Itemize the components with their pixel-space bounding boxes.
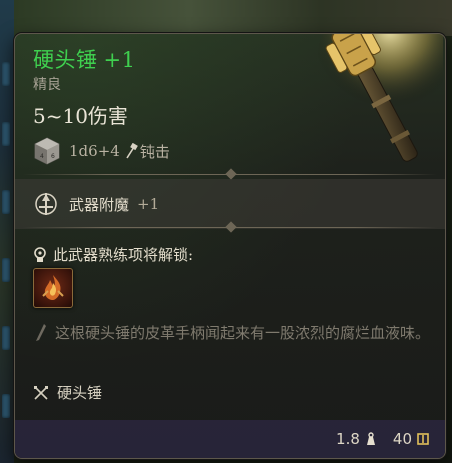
hotbar-slot — [2, 258, 10, 282]
bludgeoning-icon — [126, 143, 138, 159]
mastery-title: 此武器熟练项将解锁: — [53, 246, 194, 264]
game-scene: 硬头锤 +1 精良 5~10伤害 4 6 1d6+4 钝击 武器附魔 +1 此武… — [0, 0, 452, 463]
gold-coin-icon — [417, 433, 429, 445]
mace-icon — [318, 34, 443, 162]
weight-icon — [366, 432, 375, 445]
skill-art — [42, 275, 64, 300]
svg-text:4: 4 — [40, 153, 44, 160]
dice-formula: 1d6+4 — [69, 142, 120, 160]
divider-diamond — [225, 168, 237, 180]
background-left-edge — [0, 0, 14, 463]
enchantment-label: 武器附魔 — [69, 195, 130, 214]
weapon-mastery-header: 此武器熟练项将解锁: — [33, 244, 193, 265]
tooltip-footer: 1.8 40 — [15, 420, 445, 458]
item-enchant-suffix: +1 — [103, 48, 136, 72]
hotbar-slot — [2, 62, 10, 86]
item-tooltip: 硬头锤 +1 精良 5~10伤害 4 6 1d6+4 钝击 武器附魔 +1 此武… — [14, 33, 446, 459]
item-weight: 1.8 — [336, 430, 360, 448]
svg-text:6: 6 — [51, 153, 55, 160]
tooltip-header: 硬头锤 +1 精良 5~10伤害 4 6 1d6+4 钝击 — [15, 34, 445, 176]
item-rarity: 精良 — [33, 77, 61, 93]
enchantment-icon — [35, 193, 57, 215]
damage-dice-row: 4 6 1d6+4 钝击 — [33, 136, 170, 166]
hotbar-slot — [2, 394, 10, 418]
flavor-text-row: 这根硬头锤的皮革手柄闻起来有一股浓烈的腐烂血液味。 — [33, 320, 433, 346]
mastery-icon — [34, 246, 46, 262]
damage-type: 钝击 — [139, 142, 170, 161]
item-damage: 5~10伤害 — [33, 104, 128, 128]
divider-diamond — [225, 221, 237, 233]
quill-icon — [36, 324, 46, 341]
hotbar-slot — [2, 326, 10, 350]
item-price: 40 — [392, 430, 412, 448]
fire-skill-icon[interactable] — [33, 268, 73, 308]
hotbar-slot — [2, 190, 10, 214]
flavor-text: 这根硬头锤的皮革手柄闻起来有一股浓烈的腐烂血液味。 — [55, 324, 431, 342]
item-name-text: 硬头锤 — [33, 48, 98, 72]
item-name: 硬头锤 +1 — [33, 44, 135, 74]
dice-icon: 4 6 — [34, 137, 60, 165]
hotbar-slot — [2, 122, 10, 146]
weapon-type-row: 硬头锤 — [33, 382, 102, 403]
crossed-weapons-icon — [34, 385, 48, 400]
enchantment-value: +1 — [137, 195, 160, 213]
weapon-type: 硬头锤 — [57, 384, 103, 402]
background-top — [14, 0, 452, 36]
section-divider — [15, 221, 445, 233]
